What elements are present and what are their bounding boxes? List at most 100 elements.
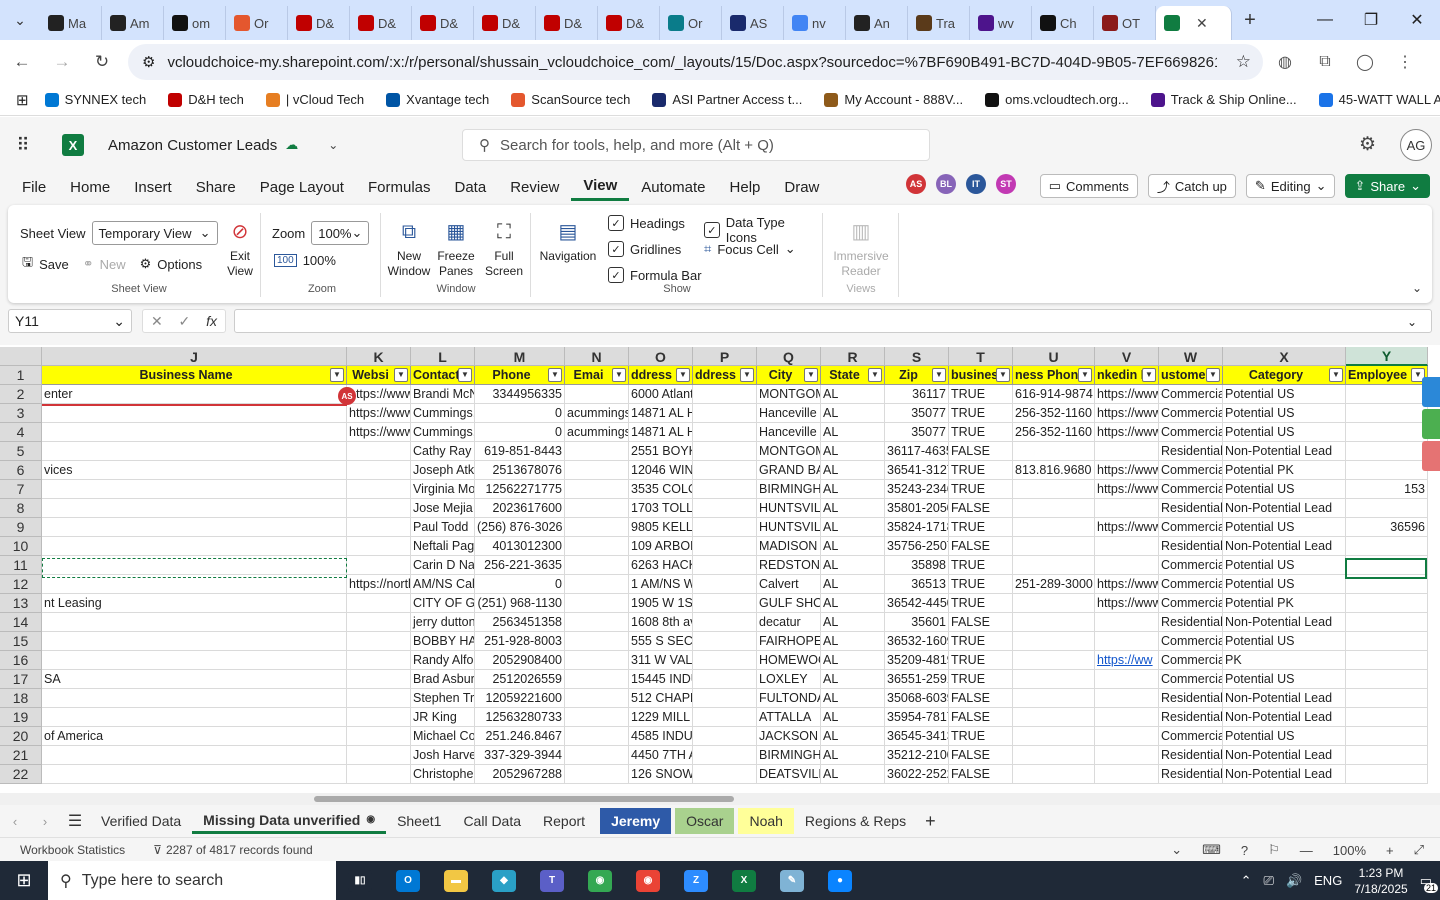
column-header-cell[interactable]: Business Name ▼ — [42, 366, 347, 385]
cell[interactable] — [42, 442, 347, 461]
cell[interactable] — [42, 708, 347, 727]
cell[interactable]: HOMEWOO — [757, 651, 821, 670]
app-launcher-icon[interactable]: ⠿ — [0, 135, 46, 156]
browser-tab[interactable]: Ma — [40, 6, 102, 40]
file-explorer-icon[interactable]: ▬ — [432, 861, 480, 900]
menu-tab-data[interactable]: Data — [443, 173, 499, 201]
row-header[interactable]: 12 — [0, 575, 42, 594]
column-header-cell[interactable]: Phone ▼ — [475, 366, 565, 385]
cell[interactable]: 311 W VALLEY AVE — [629, 651, 693, 670]
column-header-cell[interactable]: Contact N ▼ — [411, 366, 475, 385]
cell[interactable]: nt Leasing — [42, 594, 347, 613]
browser-tab[interactable]: D& — [350, 6, 412, 40]
insert-function-icon[interactable]: fx — [206, 313, 217, 329]
cell[interactable] — [565, 708, 629, 727]
cell[interactable]: Jose Mejia — [411, 499, 475, 518]
cell[interactable]: Paul Todd — [411, 518, 475, 537]
cell[interactable]: JACKSON — [757, 727, 821, 746]
browser-tab[interactable]: D& — [412, 6, 474, 40]
menu-tab-share[interactable]: Share — [184, 173, 248, 201]
cell[interactable]: https://www — [1095, 461, 1159, 480]
cell[interactable]: Hanceville — [757, 404, 821, 423]
cell[interactable]: 36117-4635 — [885, 442, 949, 461]
cell[interactable] — [1346, 632, 1428, 651]
cell[interactable]: 36596 — [1346, 518, 1428, 537]
cell[interactable]: 35243-2346 — [885, 480, 949, 499]
cell[interactable] — [1013, 537, 1095, 556]
row-header[interactable]: 10 — [0, 537, 42, 556]
cell[interactable]: 35824-1718 — [885, 518, 949, 537]
cell[interactable]: TRUE — [949, 480, 1013, 499]
cell[interactable]: 251-928-8003 — [475, 632, 565, 651]
column-header[interactable]: V — [1095, 347, 1159, 366]
cell[interactable]: AL — [821, 442, 885, 461]
cell[interactable] — [347, 613, 411, 632]
save-view-button[interactable]: 🖫 Save — [22, 253, 69, 275]
cell[interactable] — [565, 518, 629, 537]
cell[interactable]: enter — [42, 385, 347, 404]
bookmark-item[interactable]: 45-WATT WALL AD... — [1318, 92, 1440, 107]
row-header[interactable]: 21 — [0, 746, 42, 765]
cell[interactable] — [1346, 689, 1428, 708]
cell[interactable] — [1013, 442, 1095, 461]
filter-dropdown-icon[interactable]: ▼ — [740, 368, 754, 382]
cell[interactable]: 12562271775 — [475, 480, 565, 499]
cell[interactable]: 4585 INDUSTRIAL RD — [629, 727, 693, 746]
cell[interactable]: CITY OF G — [411, 594, 475, 613]
browser-tab[interactable]: ✕ — [1156, 6, 1232, 40]
browser-tab[interactable]: D& — [474, 6, 536, 40]
cell[interactable] — [347, 499, 411, 518]
cell[interactable] — [42, 632, 347, 651]
cell[interactable]: TRUE — [949, 556, 1013, 575]
cell[interactable]: 35077 — [885, 423, 949, 442]
formula-bar-checkbox[interactable]: ✓ Formula Bar — [608, 267, 702, 283]
cell[interactable]: Potential US — [1223, 575, 1346, 594]
cell[interactable]: TRUE — [949, 461, 1013, 480]
cell[interactable]: AL — [821, 632, 885, 651]
cell[interactable]: BIRMINGH — [757, 746, 821, 765]
cell[interactable]: 36117 — [885, 385, 949, 404]
column-header-cell[interactable]: business ▼ — [949, 366, 1013, 385]
cell[interactable] — [693, 442, 757, 461]
cell[interactable] — [693, 765, 757, 784]
cell[interactable] — [693, 727, 757, 746]
cell[interactable] — [1095, 670, 1159, 689]
menu-tab-file[interactable]: File — [10, 173, 58, 201]
cell[interactable]: FALSE — [949, 499, 1013, 518]
cell[interactable]: Potential US — [1223, 518, 1346, 537]
cell[interactable]: 555 S SECTION ST — [629, 632, 693, 651]
cell[interactable] — [565, 594, 629, 613]
cell[interactable] — [1013, 518, 1095, 537]
row-header[interactable]: 22 — [0, 765, 42, 784]
cell[interactable]: acummings — [565, 423, 629, 442]
cell[interactable]: AM/NS Calv — [411, 575, 475, 594]
cell[interactable]: 14871 AL Highway 91 — [629, 404, 693, 423]
cell[interactable] — [1346, 594, 1428, 613]
row-header[interactable]: 15 — [0, 632, 42, 651]
cell[interactable]: Residential — [1159, 689, 1223, 708]
keyboard-icon[interactable]: ⌨ — [1202, 842, 1221, 858]
row-header[interactable]: 5 — [0, 442, 42, 461]
cell[interactable]: FALSE — [949, 765, 1013, 784]
cell[interactable] — [42, 613, 347, 632]
full-screen-button[interactable]: ⛶ Full Screen — [482, 219, 526, 279]
cell[interactable] — [1346, 708, 1428, 727]
cell[interactable]: 256-221-3635 — [475, 556, 565, 575]
menu-tab-formulas[interactable]: Formulas — [356, 173, 443, 201]
cell[interactable]: Potential US — [1223, 480, 1346, 499]
cell[interactable] — [565, 670, 629, 689]
browser-tab[interactable]: wv — [970, 6, 1032, 40]
cell[interactable] — [42, 499, 347, 518]
cell[interactable]: Commercia — [1159, 404, 1223, 423]
network-icon[interactable]: ⎚ — [1264, 873, 1274, 889]
cell[interactable]: (256) 876-3026 — [475, 518, 565, 537]
extensions-icon[interactable]: ⧉ — [1307, 44, 1343, 80]
column-header[interactable]: U — [1013, 347, 1095, 366]
cell[interactable] — [1346, 765, 1428, 784]
cell[interactable] — [693, 746, 757, 765]
taskbar-search-input[interactable]: ⚲ Type here to search — [48, 861, 336, 900]
sheet-tab-call-data[interactable]: Call Data — [452, 808, 532, 834]
menu-tab-draw[interactable]: Draw — [772, 173, 831, 201]
cell[interactable]: 9805 KELLNER RD SW — [629, 518, 693, 537]
workbook-statistics[interactable]: Workbook Statistics — [20, 843, 125, 857]
